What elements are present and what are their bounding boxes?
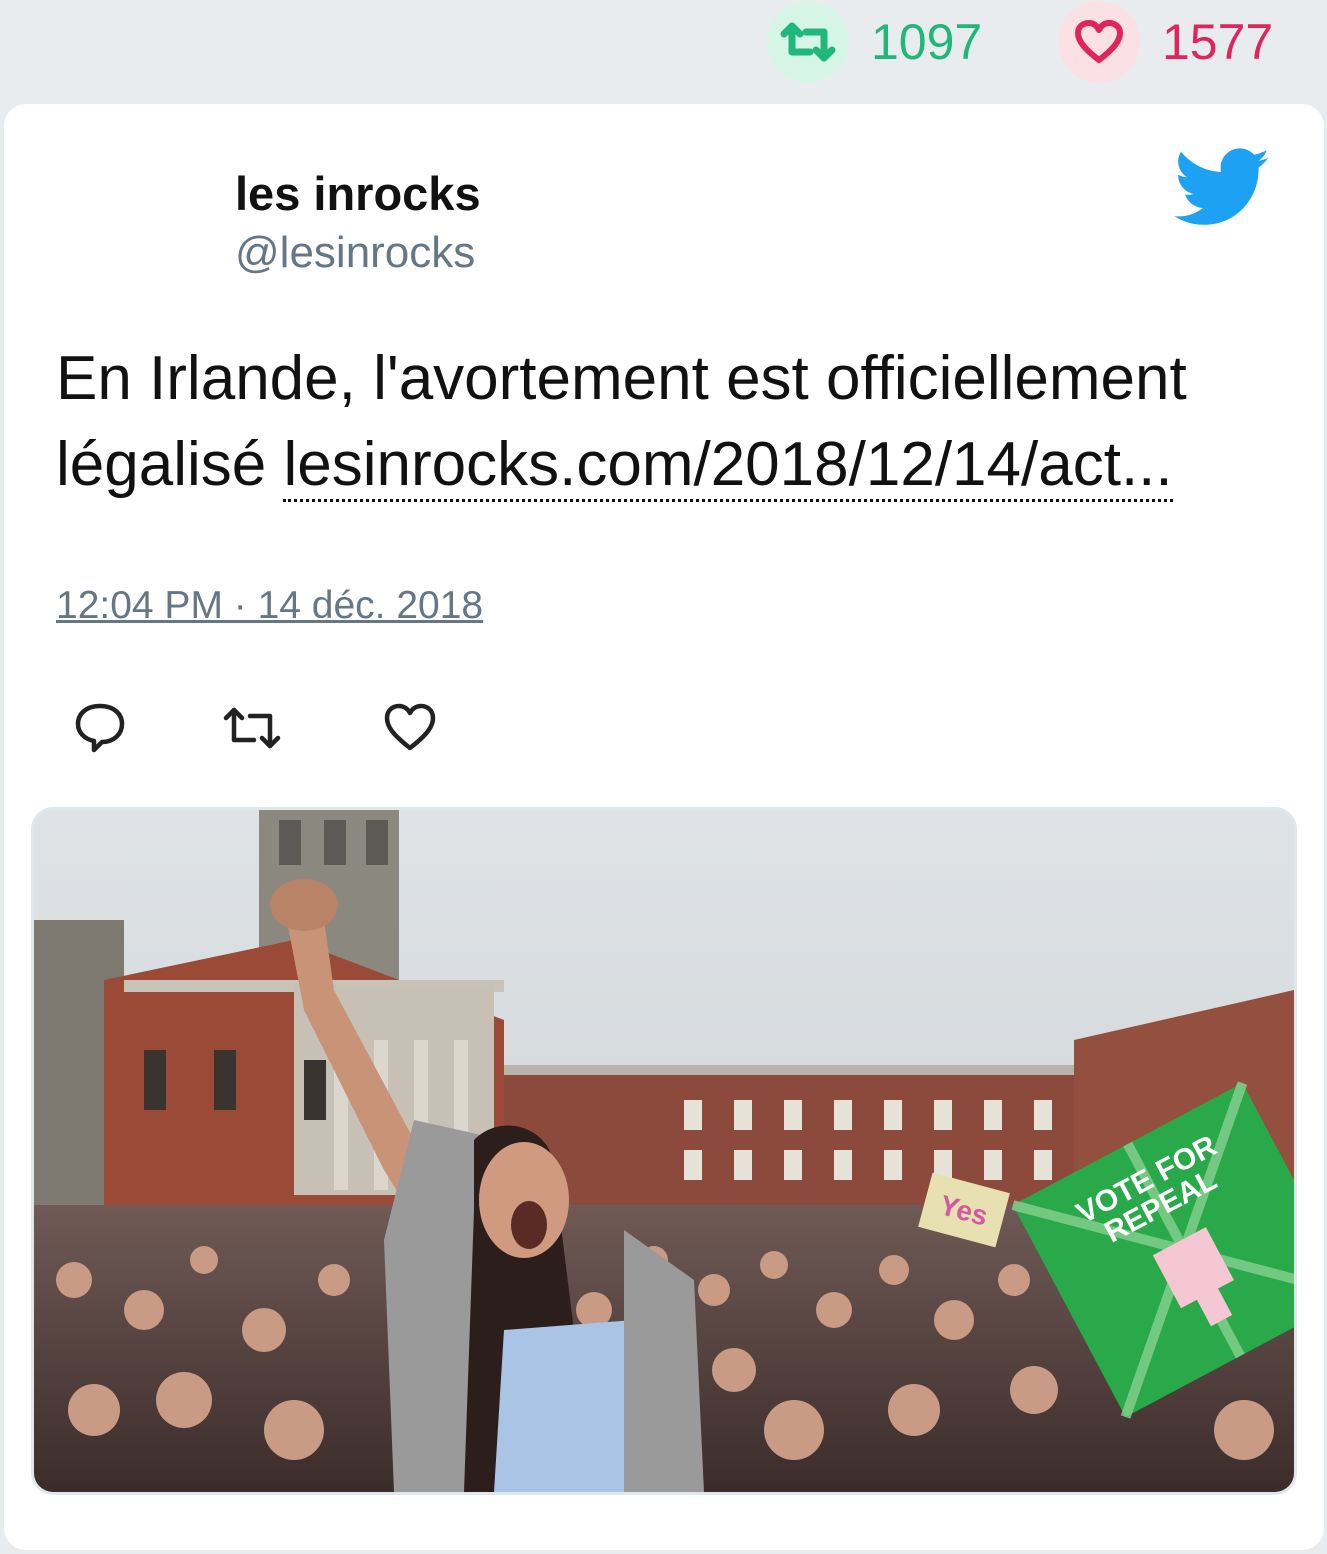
tweet-stats-bar: 1097 1577 xyxy=(0,0,1327,100)
tweet-timestamp[interactable]: 12:04 PM · 14 déc. 2018 xyxy=(56,584,483,628)
author-handle[interactable]: @lesinrocks xyxy=(235,228,475,278)
retweet-icon xyxy=(767,1,849,83)
like-count-stat[interactable]: 1577 xyxy=(1058,1,1274,83)
heart-icon xyxy=(384,703,436,751)
tweet-text: En Irlande, l'avortement est officiellem… xyxy=(56,336,1286,508)
tweet-card: les inrocks @lesinrocks En Irlande, l'av… xyxy=(4,104,1324,1550)
heart-icon xyxy=(1058,1,1140,83)
tweet-link[interactable]: lesinrocks.com/2018/12/14/act... xyxy=(283,430,1173,502)
author-name[interactable]: les inrocks xyxy=(235,166,481,221)
twitter-bird-icon[interactable] xyxy=(1174,148,1272,233)
retweet-button[interactable] xyxy=(220,700,284,761)
retweet-count-stat[interactable]: 1097 xyxy=(767,1,983,83)
like-button[interactable] xyxy=(382,700,438,761)
tweet-photo[interactable]: VOTE FOR REPEAL Yes xyxy=(31,807,1297,1495)
reply-icon xyxy=(75,703,125,753)
retweet-count: 1097 xyxy=(871,14,983,70)
like-count: 1577 xyxy=(1162,14,1274,70)
retweet-icon xyxy=(223,707,281,749)
reply-button[interactable] xyxy=(72,700,128,761)
